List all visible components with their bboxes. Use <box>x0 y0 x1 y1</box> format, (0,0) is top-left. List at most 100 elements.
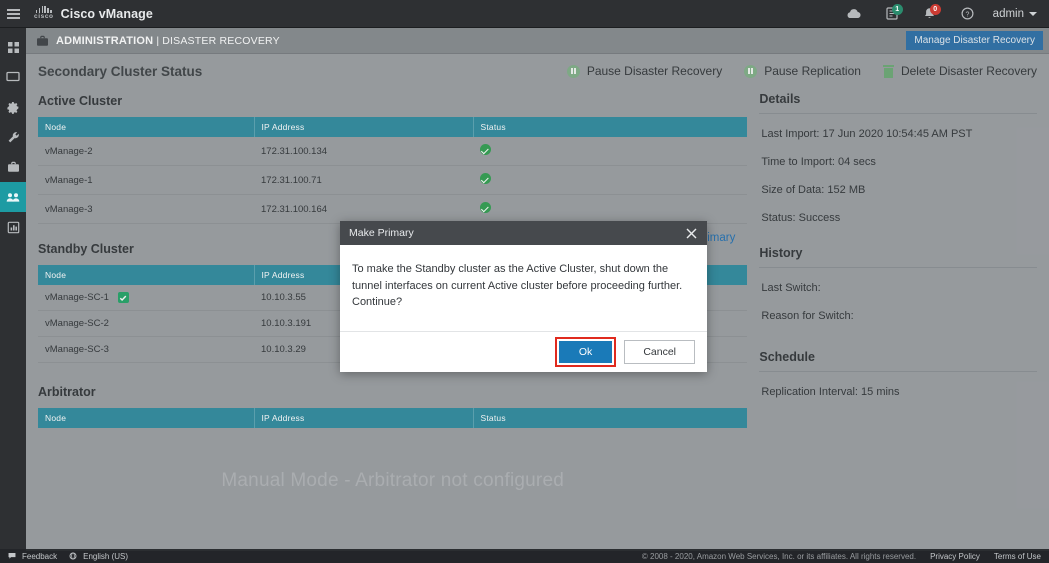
detail-status: Status: Success <box>761 212 841 224</box>
vmanage-app-window: cisco Cisco vManage 1 0 ? admin ADMINIST… <box>0 0 1049 563</box>
delete-disaster-recovery-button[interactable]: Delete Disaster Recovery <box>882 64 1037 78</box>
sidebar-item-administration[interactable] <box>0 182 26 212</box>
chevron-down-icon <box>1029 11 1037 16</box>
privacy-policy-link[interactable]: Privacy Policy <box>930 552 980 561</box>
close-x-icon[interactable] <box>684 226 698 240</box>
selected-check-icon[interactable] <box>117 292 129 303</box>
active-cluster-title: Active Cluster <box>38 94 123 108</box>
column-header-node[interactable]: Node <box>38 117 255 137</box>
configuration-gear-icon <box>6 101 18 114</box>
feedback-link[interactable]: Feedback <box>22 552 57 561</box>
sidebar-item-configuration[interactable] <box>0 92 26 122</box>
page-title: Secondary Cluster Status <box>38 63 203 79</box>
table-row[interactable]: vManage-3 172.31.100.164 <box>38 194 748 224</box>
arbitrator-title: Arbitrator <box>38 385 96 400</box>
history-section: History Last Switch: Reason for Switch: <box>759 246 1037 330</box>
hamburger-menu-icon[interactable] <box>0 0 26 28</box>
node-label: vManage-SC-1 <box>45 292 109 304</box>
tasks-icon[interactable]: 1 <box>873 0 911 28</box>
tools-wrench-icon <box>8 131 19 142</box>
delete-disaster-recovery-label: Delete Disaster Recovery <box>900 64 1037 78</box>
pause-circle-icon <box>566 64 580 78</box>
sidebar-item-dashboard[interactable] <box>0 32 26 62</box>
breadcrumb-primary[interactable]: ADMINISTRATION <box>56 35 153 47</box>
cell-status <box>473 137 748 166</box>
cell-node: vManage-2 <box>38 137 254 166</box>
column-header-status[interactable]: Status <box>473 117 748 137</box>
user-name-label: admin <box>992 7 1024 20</box>
schedule-replication-interval: Replication Interval: 15 mins <box>761 386 900 398</box>
page-header: Secondary Cluster Status Pause Disaster … <box>26 54 1049 88</box>
cloud-icon[interactable] <box>835 0 873 28</box>
table-header-row: Node IP Address Status <box>38 408 748 429</box>
dialog-message: To make the Standby cluster as the Activ… <box>340 245 707 332</box>
details-section: Details Last Import: 17 Jun 2020 10:54:4… <box>759 92 1037 232</box>
breadcrumb-bar: ADMINISTRATION | DISASTER RECOVERY Manage … <box>26 28 1049 54</box>
ok-button[interactable]: Ok <box>558 340 613 363</box>
breadcrumb: ADMINISTRATION | DISASTER RECOVERY <box>56 35 280 47</box>
language-selector[interactable]: English (US) <box>83 552 128 561</box>
breadcrumb-secondary: DISASTER RECOVERY <box>162 34 280 47</box>
sidebar-item-reports[interactable] <box>0 212 26 242</box>
top-navigation-bar: cisco Cisco vManage 1 0 ? admin <box>0 0 1049 28</box>
page-actions: Pause Disaster Recovery Pause Replicatio… <box>566 64 1037 78</box>
dialog-header: Make Primary <box>340 221 707 245</box>
cell-status <box>473 165 748 195</box>
detail-size-of-data: Size of Data: 152 MB <box>761 184 866 196</box>
pause-replication-label: Pause Replication <box>764 64 861 78</box>
active-cluster-panel: Active Cluster Node IP Address Status vM… <box>38 88 748 224</box>
monitor-icon <box>6 71 20 82</box>
cell-node: vManage-SC-2 <box>38 310 254 338</box>
column-header-node[interactable]: Node <box>38 265 255 285</box>
cell-node: vManage-SC-1 <box>38 285 254 312</box>
help-icon[interactable]: ? <box>949 0 987 28</box>
table-row[interactable]: vManage-1 172.31.100.71 <box>38 165 748 195</box>
alarm-badge: 0 <box>929 3 941 15</box>
cell-ip: 172.31.100.134 <box>254 137 473 166</box>
feedback-icon <box>8 552 16 559</box>
table-row[interactable]: vManage-2 172.31.100.134 <box>38 137 748 166</box>
cell-ip: 172.31.100.164 <box>254 194 473 224</box>
details-title: Details <box>759 92 1037 114</box>
history-title: History <box>759 246 1037 268</box>
detail-last-import: Last Import: 17 Jun 2020 10:54:45 AM PST <box>761 128 973 140</box>
column-header-status[interactable]: Status <box>473 408 748 429</box>
topbar-actions: 1 0 ? admin <box>835 0 1049 28</box>
pause-circle-icon <box>744 64 758 78</box>
sidebar-item-tools[interactable] <box>0 122 26 152</box>
breadcrumb-separator: | <box>156 34 160 47</box>
sidebar-item-monitor[interactable] <box>0 62 26 92</box>
cell-node: vManage-SC-3 <box>38 336 254 364</box>
trash-icon <box>882 64 894 78</box>
manage-disaster-recovery-button[interactable]: Manage Disaster Recovery <box>906 31 1043 50</box>
pause-disaster-recovery-button[interactable]: Pause Disaster Recovery <box>566 64 723 78</box>
schedule-section: Schedule Replication Interval: 15 mins <box>759 350 1037 406</box>
cancel-button[interactable]: Cancel <box>624 339 695 364</box>
active-cluster-table: Node IP Address Status vManage-2 172.31.… <box>38 117 748 224</box>
pause-disaster-recovery-label: Pause Disaster Recovery <box>586 64 723 78</box>
user-account-menu[interactable]: admin <box>987 8 1039 20</box>
svg-text:?: ? <box>966 11 970 18</box>
dialog-footer: Ok Cancel <box>340 332 707 372</box>
sidebar-item-maintenance[interactable] <box>0 152 26 182</box>
cell-ip: 172.31.100.71 <box>254 165 473 195</box>
column-header-node[interactable]: Node <box>38 408 255 429</box>
terms-of-use-link[interactable]: Terms of Use <box>994 552 1041 561</box>
table-header-row: Node IP Address Status <box>38 117 748 137</box>
cell-node: vManage-1 <box>38 165 254 195</box>
dashboard-icon <box>7 41 19 53</box>
copyright-text: © 2008 - 2020, Amazon Web Services, Inc.… <box>641 551 917 561</box>
tasks-badge: 1 <box>891 3 903 15</box>
cell-node: vManage-3 <box>38 194 254 224</box>
schedule-title: Schedule <box>759 350 1037 372</box>
arbitrator-panel: Arbitrator Node IP Address Status Manual… <box>38 363 748 523</box>
globe-icon <box>69 552 77 560</box>
column-header-ip[interactable]: IP Address <box>254 408 474 429</box>
column-header-ip[interactable]: IP Address <box>254 117 474 137</box>
maintenance-briefcase-icon <box>7 161 19 172</box>
alarm-bell-icon[interactable]: 0 <box>911 0 949 28</box>
administration-users-icon <box>6 192 20 202</box>
cisco-wordmark: cisco <box>34 13 54 21</box>
briefcase-icon <box>37 35 48 46</box>
pause-replication-button[interactable]: Pause Replication <box>744 64 861 78</box>
